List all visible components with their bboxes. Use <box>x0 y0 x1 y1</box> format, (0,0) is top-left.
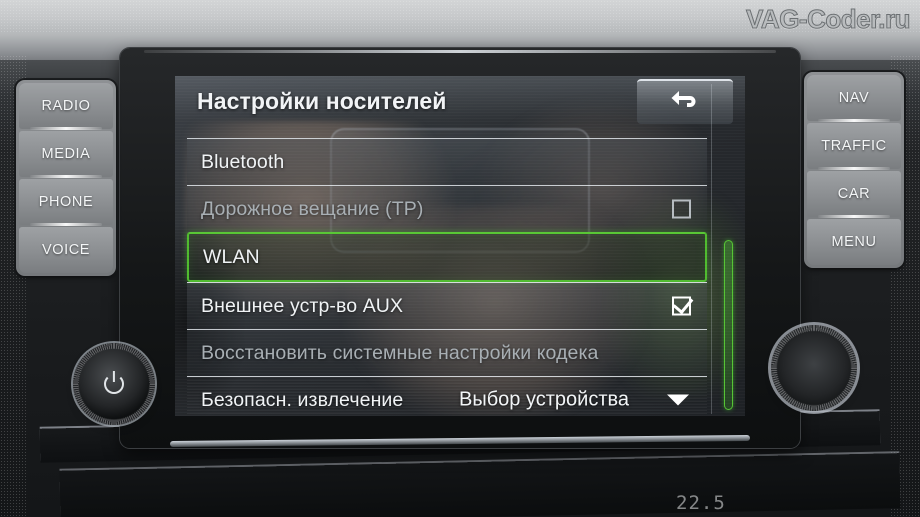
hardware-button-phone[interactable]: PHONE <box>19 179 113 226</box>
list-divider-line <box>711 84 712 414</box>
list-item[interactable]: WLAN <box>187 232 707 282</box>
hardware-button-radio[interactable]: RADIO <box>19 83 113 130</box>
hardware-button-label: NAV <box>838 90 870 106</box>
list-item[interactable]: Bluetooth <box>187 138 707 185</box>
hardware-button-voice[interactable]: VOICE <box>19 227 113 273</box>
list-item-label: Bluetooth <box>201 150 285 173</box>
back-button[interactable] <box>637 79 733 124</box>
hardware-button-menu[interactable]: MENU <box>807 219 901 265</box>
unit-chrome-top-trim <box>144 50 776 53</box>
unit-chrome-bottom-trim <box>169 434 751 448</box>
screen-ui-layer: Настройки носителей Bluetooth Дорожное в… <box>175 76 745 416</box>
list-item[interactable]: Дорожное вещание (TP) <box>187 185 707 232</box>
list-item-label: Восстановить системные настройки кодека <box>201 341 599 364</box>
device-select-value[interactable]: Выбор устройства <box>459 389 629 412</box>
hardware-button-traffic[interactable]: TRAFFIC <box>807 123 901 170</box>
infotainment-screen[interactable]: Настройки носителей Bluetooth Дорожное в… <box>175 76 745 416</box>
tuning-knob[interactable] <box>771 325 857 411</box>
watermark: VAG-Coder.ru <box>746 4 911 35</box>
hardware-button-label: RADIO <box>41 98 91 114</box>
settings-list: Bluetooth Дорожное вещание (TP) WLAN Вне… <box>187 138 707 416</box>
checkbox-checked-icon[interactable] <box>672 296 691 316</box>
list-item-label: WLAN <box>203 245 260 268</box>
list-item[interactable]: Внешнее устр-во AUX <box>187 282 707 329</box>
page-title: Настройки носителей <box>197 88 447 114</box>
climate-temperature-display: 22.5 <box>676 492 726 514</box>
right-button-bank: NAV TRAFFIC CAR MENU <box>804 72 904 268</box>
power-volume-knob[interactable] <box>73 343 155 425</box>
list-item-label: Безопасн. извлечение <box>201 388 404 411</box>
scrollbar[interactable] <box>721 142 735 410</box>
back-arrow-icon <box>670 87 700 118</box>
scrollbar-thumb[interactable] <box>724 240 733 410</box>
hardware-button-label: PHONE <box>38 194 94 210</box>
chevron-down-icon[interactable] <box>667 394 689 406</box>
list-item[interactable]: Безопасн. извлечение Выбор устройства <box>187 376 707 416</box>
hardware-button-label: TRAFFIC <box>821 138 887 154</box>
hardware-button-label: MEDIA <box>41 146 91 162</box>
list-item-label: Внешнее устр-во AUX <box>201 294 404 317</box>
list-item[interactable]: Восстановить системные настройки кодека <box>187 329 707 376</box>
left-button-bank: RADIO MEDIA PHONE VOICE <box>16 80 116 276</box>
power-icon <box>104 374 124 394</box>
hardware-button-label: VOICE <box>41 242 91 258</box>
hardware-button-media[interactable]: MEDIA <box>19 131 113 178</box>
dashboard: 22.5 VAG-Coder.ru Настройки носителей Bl… <box>0 0 920 517</box>
head-unit: Настройки носителей Bluetooth Дорожное в… <box>120 48 800 448</box>
hardware-button-label: CAR <box>837 186 871 202</box>
checkbox-unchecked-icon[interactable] <box>672 199 691 219</box>
hardware-button-label: MENU <box>831 234 877 250</box>
hardware-button-nav[interactable]: NAV <box>807 75 901 122</box>
hardware-button-car[interactable]: CAR <box>807 171 901 218</box>
knob-knurl <box>771 325 857 411</box>
list-item-label: Дорожное вещание (TP) <box>201 197 424 220</box>
